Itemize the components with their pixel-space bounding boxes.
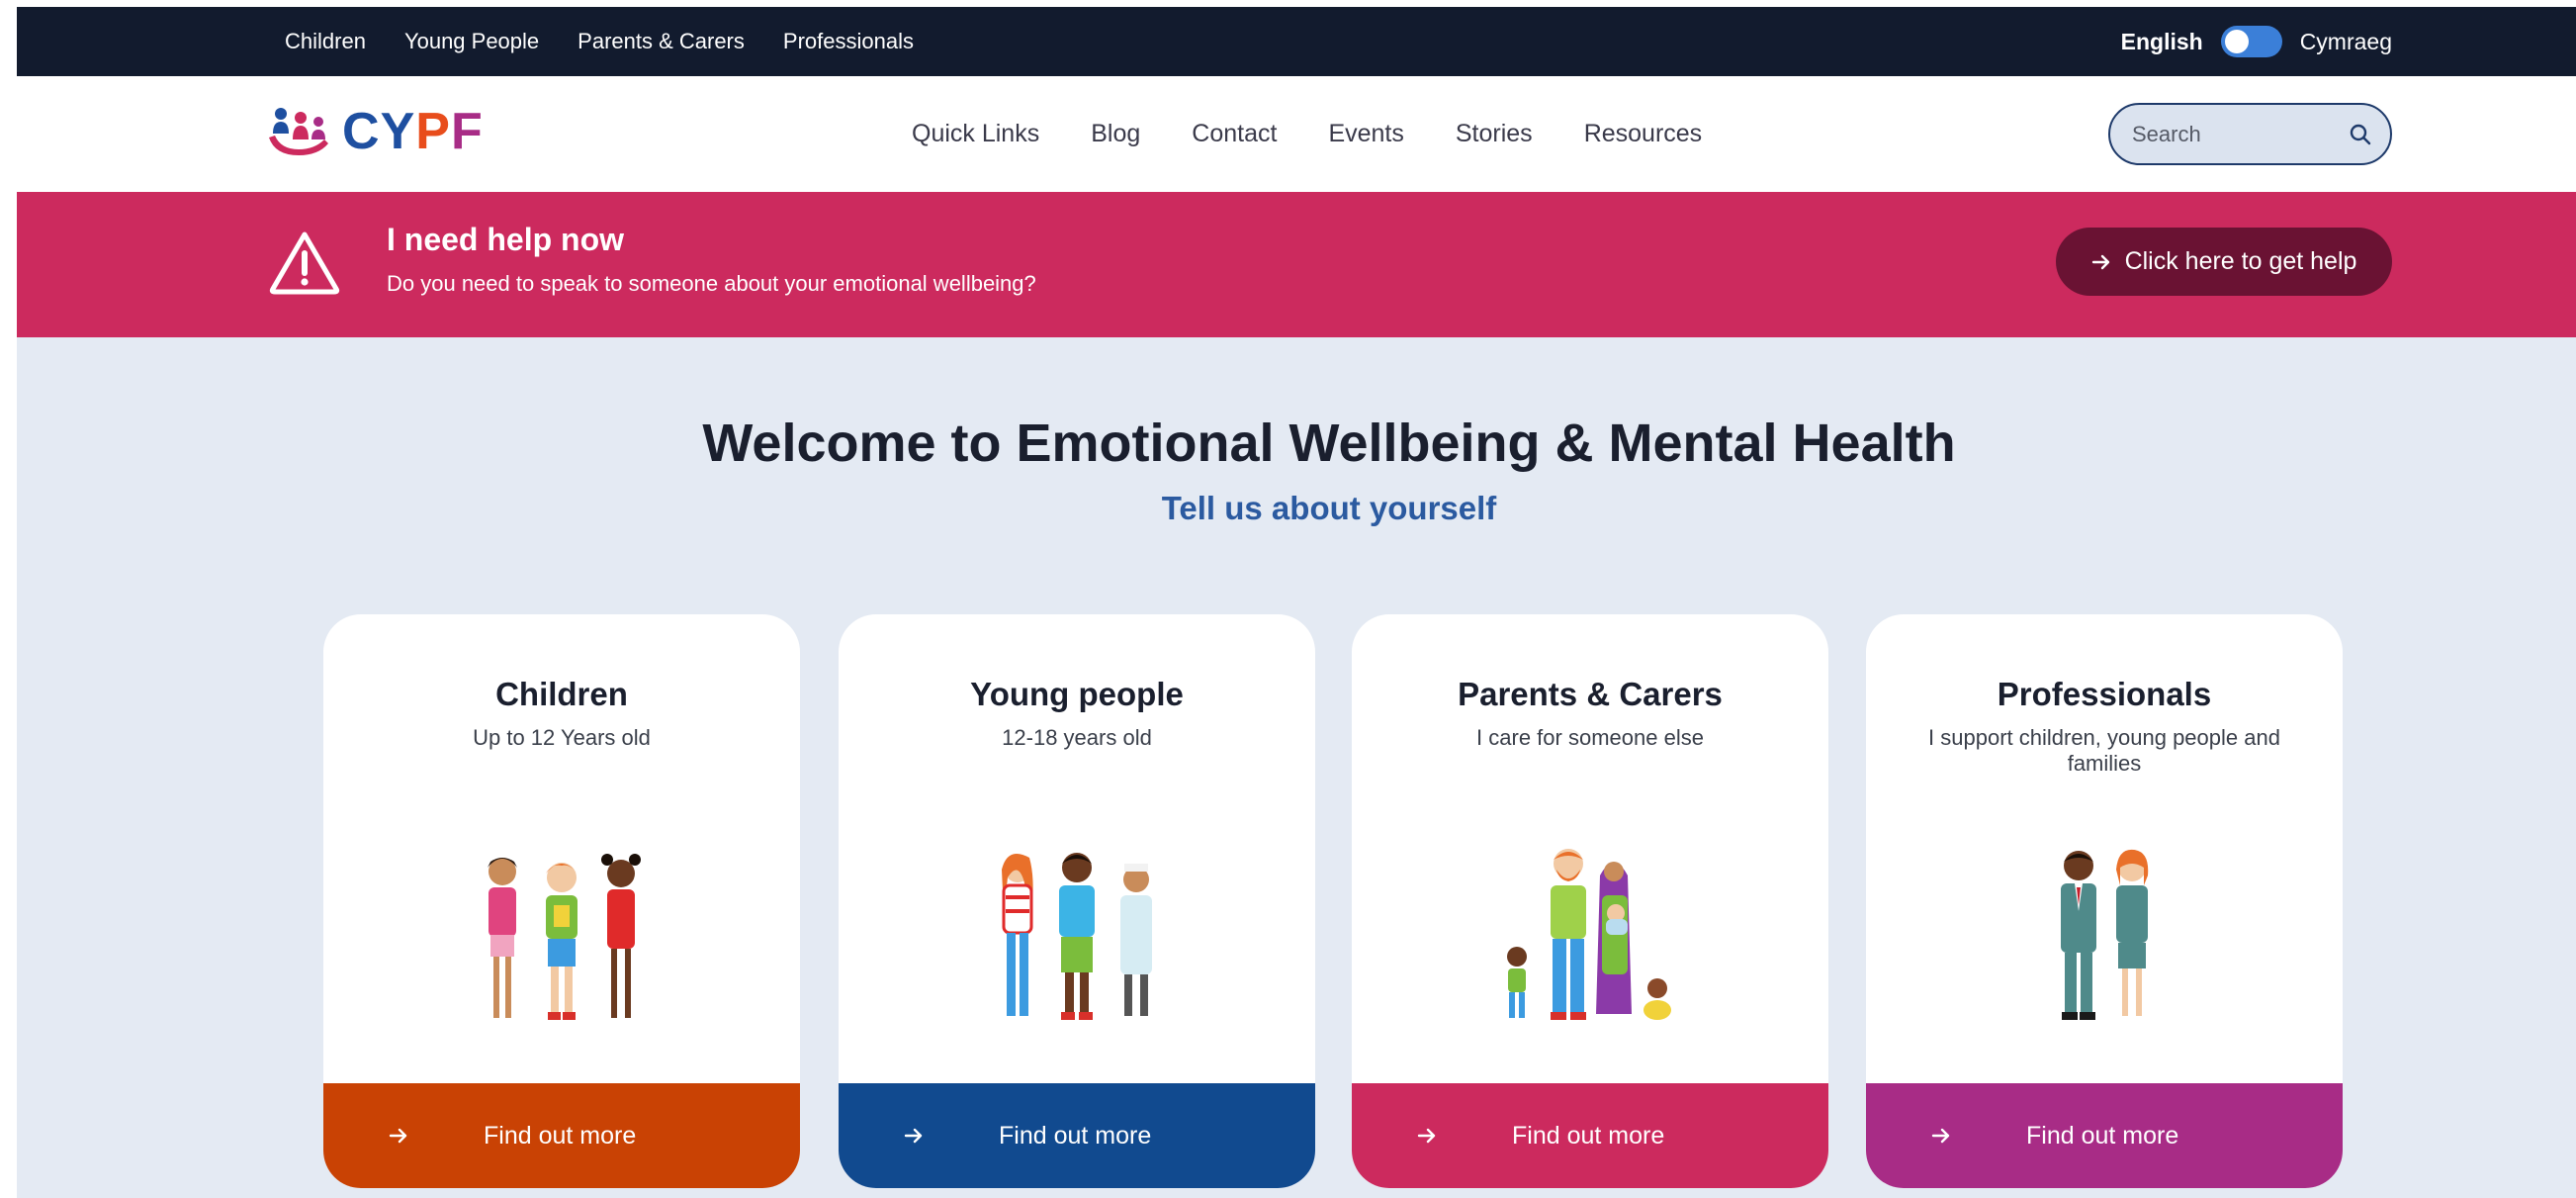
page: Children Young People Parents & Carers P… xyxy=(17,7,2576,1198)
find-out-more-button[interactable]: Find out more xyxy=(839,1083,1315,1188)
language-toggle[interactable] xyxy=(2220,26,2282,57)
audience-bar: Children Young People Parents & Carers P… xyxy=(17,7,2576,76)
young-people-illustration xyxy=(1002,853,1152,1020)
audience-card-parents-carers[interactable]: Parents & Carers I care for someone else xyxy=(1352,614,1828,1188)
find-out-more-label: Find out more xyxy=(1512,1121,1665,1150)
card-description: 12-18 years old xyxy=(1002,725,1152,750)
nav-events[interactable]: Events xyxy=(1328,120,1403,148)
arrow-right-icon xyxy=(1417,1128,1436,1144)
card-description: I care for someone else xyxy=(1476,725,1704,750)
arrow-right-icon xyxy=(2091,254,2109,269)
help-subtitle: Do you need to speak to someone about yo… xyxy=(387,271,1036,296)
card-description: Up to 12 Years old xyxy=(473,725,651,750)
cypf-logo[interactable]: CYPF xyxy=(267,104,484,159)
language-english[interactable]: English xyxy=(2121,29,2203,55)
nav-resources[interactable]: Resources xyxy=(1584,120,1703,148)
audience-link-young-people[interactable]: Young People xyxy=(404,29,539,54)
card-description: I support children, young people and fam… xyxy=(1928,725,2280,776)
professionals-illustration xyxy=(2061,849,2149,1020)
find-out-more-label: Find out more xyxy=(484,1121,637,1150)
toggle-knob xyxy=(2224,30,2249,53)
find-out-more-label: Find out more xyxy=(2026,1121,2179,1150)
nav-quick-links[interactable]: Quick Links xyxy=(912,120,1039,148)
get-help-label: Click here to get help xyxy=(2124,247,2357,275)
logo-letter-c: C xyxy=(342,103,381,160)
help-title: I need help now xyxy=(387,222,625,257)
language-cymraeg[interactable]: Cymraeg xyxy=(2300,29,2392,55)
card-title: Professionals xyxy=(1997,676,2212,712)
audience-link-professionals[interactable]: Professionals xyxy=(783,29,914,54)
arrow-right-icon xyxy=(904,1128,923,1144)
audience-link-children[interactable]: Children xyxy=(285,29,366,54)
audience-card-children[interactable]: Children Up to 12 Years old Find out mor… xyxy=(323,614,800,1188)
find-out-more-button[interactable]: Find out more xyxy=(1866,1083,2343,1188)
logo-letter-p: P xyxy=(415,103,451,160)
family-logo-icon xyxy=(269,108,328,155)
find-out-more-button[interactable]: Find out more xyxy=(1352,1083,1828,1188)
audience-card-professionals[interactable]: Professionals I support children, young … xyxy=(1866,614,2343,1188)
audience-nav: Children Young People Parents & Carers P… xyxy=(285,7,914,76)
find-out-more-button[interactable]: Find out more xyxy=(323,1083,800,1188)
logo-letter-f: F xyxy=(450,103,484,160)
audience-link-parents-carers[interactable]: Parents & Carers xyxy=(577,29,745,54)
get-help-button[interactable]: Click here to get help xyxy=(2056,228,2392,296)
children-illustration xyxy=(488,854,641,1020)
page-subtitle: Tell us about yourself xyxy=(1161,490,1497,526)
search-input[interactable] xyxy=(2132,121,2349,147)
arrow-right-icon xyxy=(389,1128,407,1144)
find-out-more-label: Find out more xyxy=(999,1121,1152,1150)
page-title: Welcome to Emotional Wellbeing & Mental … xyxy=(702,414,1956,473)
arrow-right-icon xyxy=(1931,1128,1950,1144)
search-icon[interactable] xyxy=(2349,123,2372,146)
warning-triangle-icon xyxy=(269,231,340,295)
nav-blog[interactable]: Blog xyxy=(1091,120,1140,148)
audience-card-young-people[interactable]: Young people 12-18 years old Find out mo… xyxy=(839,614,1315,1188)
card-title: Parents & Carers xyxy=(1458,676,1723,712)
search-box xyxy=(2108,103,2392,165)
site-header: CYPF Quick Links Blog Contact Events Sto… xyxy=(17,76,2576,192)
main-nav: Quick Links Blog Contact Events Stories … xyxy=(912,76,1702,192)
card-title: Young people xyxy=(970,676,1184,712)
help-banner: I need help now Do you need to speak to … xyxy=(17,192,2576,337)
language-switcher: English Cymraeg xyxy=(2121,7,2392,76)
card-title: Children xyxy=(495,676,628,712)
logo-letter-y: Y xyxy=(380,103,416,160)
parents-carers-illustration xyxy=(1507,849,1671,1020)
nav-contact[interactable]: Contact xyxy=(1192,120,1277,148)
nav-stories[interactable]: Stories xyxy=(1456,120,1533,148)
logo-wordmark: CYPF xyxy=(342,106,484,157)
